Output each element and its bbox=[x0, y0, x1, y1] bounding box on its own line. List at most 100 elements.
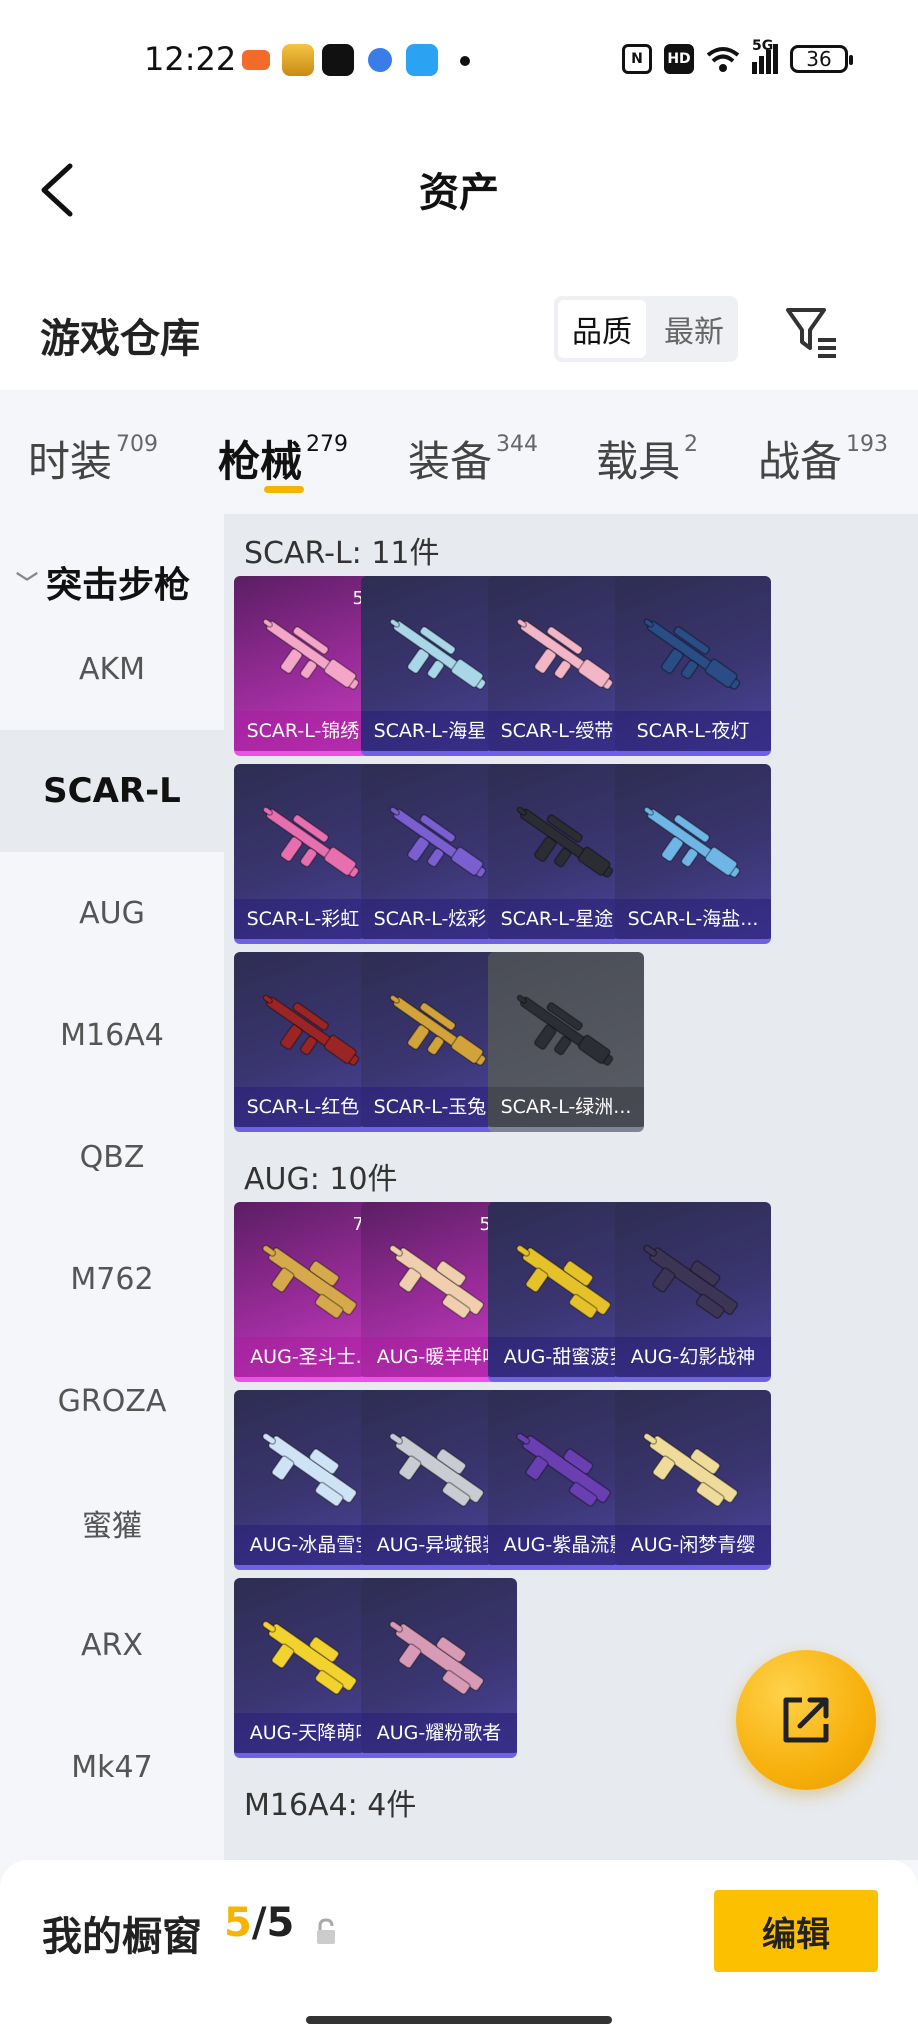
sidebar-item[interactable]: 蜜獾 bbox=[0, 1462, 224, 1584]
filter-icon[interactable] bbox=[784, 304, 840, 360]
sidebar-item[interactable]: ARX bbox=[0, 1584, 224, 1706]
active-tab-indicator bbox=[264, 486, 304, 493]
category-tabs: 时装 709 枪械 279 装备 344 载具 2 战备 193 bbox=[0, 390, 918, 514]
sidebar-item[interactable]: SCAR-L bbox=[0, 730, 224, 852]
tab-guns[interactable]: 枪械 279 bbox=[218, 428, 348, 489]
sidebar-item[interactable]: QBZ bbox=[0, 1096, 224, 1218]
skin-name: SCAR-L-海盐... bbox=[615, 899, 771, 939]
browser-app-icon bbox=[368, 48, 392, 72]
group-title: SCAR-L: 11件 bbox=[244, 536, 440, 571]
tab-vehicles[interactable]: 载具 2 bbox=[596, 428, 698, 489]
sidebar-item[interactable]: AUG bbox=[0, 852, 224, 974]
tab-count: 709 bbox=[116, 432, 159, 457]
sort-quality-option[interactable]: 品质 bbox=[558, 300, 646, 358]
status-bar: 12:22 N HD 5G 36 bbox=[0, 0, 918, 120]
weapon-image bbox=[262, 618, 360, 690]
weapon-image bbox=[389, 1620, 485, 1695]
weapon-image bbox=[516, 806, 614, 878]
weapon-sidebar: ﹀ 突击步枪 AKM SCAR-L AUG M16A4 QBZ M762 GROZA 蜜獾 AR… bbox=[0, 514, 224, 1860]
showcase-used: 5 bbox=[224, 1900, 252, 1946]
battery-icon: 36 bbox=[790, 45, 853, 73]
sidebar-item[interactable]: M762 bbox=[0, 1218, 224, 1340]
tab-fashion[interactable]: 时装 709 bbox=[28, 428, 158, 489]
skin-card[interactable]: AUG-耀粉歌者 bbox=[361, 1578, 517, 1758]
share-button[interactable] bbox=[736, 1650, 876, 1790]
top-header: 资产 bbox=[0, 120, 918, 280]
skin-card[interactable]: SCAR-L-绿洲... bbox=[488, 952, 644, 1132]
category-label: 突击步枪 bbox=[46, 565, 191, 606]
showcase-separator: / bbox=[251, 1900, 267, 1946]
tab-count: 2 bbox=[684, 432, 699, 457]
network-type: 5G bbox=[752, 38, 774, 54]
sidebar-item[interactable]: Mk47 bbox=[0, 1706, 224, 1828]
weapon-image bbox=[262, 994, 360, 1066]
chevron-down-icon: ﹀ bbox=[16, 572, 39, 597]
warehouse-header: 游戏仓库 品质 最新 bbox=[0, 280, 918, 390]
more-dot-icon bbox=[460, 56, 470, 66]
weapon-image bbox=[643, 1244, 739, 1319]
tab-label: 时装 bbox=[28, 437, 113, 486]
battery-level: 36 bbox=[806, 47, 832, 71]
category-header[interactable]: ﹀ 突击步枪 bbox=[16, 556, 190, 608]
tab-label: 装备 bbox=[408, 437, 493, 486]
weapon-image bbox=[516, 1244, 612, 1319]
weapon-image bbox=[643, 1432, 739, 1507]
weapon-image bbox=[262, 806, 360, 878]
showcase-title: 我的橱窗 bbox=[42, 1914, 202, 1960]
status-time: 12:22 bbox=[144, 40, 237, 78]
weapon-image bbox=[262, 1432, 358, 1507]
group-title: M16A4: 4件 bbox=[244, 1788, 417, 1823]
tab-count: 193 bbox=[846, 432, 889, 457]
weapon-image bbox=[389, 1244, 485, 1319]
skin-name: AUG-幻影战神 bbox=[615, 1337, 771, 1377]
weapon-image bbox=[516, 618, 614, 690]
weapon-image bbox=[389, 806, 487, 878]
tab-supplies[interactable]: 战备 193 bbox=[758, 428, 888, 489]
sort-newest-option[interactable]: 最新 bbox=[650, 296, 738, 362]
tab-label: 枪械 bbox=[218, 437, 303, 486]
weapon-image bbox=[643, 618, 741, 690]
skin-card[interactable]: AUG-闲梦青缨 bbox=[615, 1390, 771, 1570]
showcase-count: 5/5 bbox=[224, 1900, 294, 1946]
tiktok-app-icon bbox=[322, 44, 354, 76]
weapon-image bbox=[516, 994, 614, 1066]
game-app-icon bbox=[242, 50, 270, 70]
weapon-image bbox=[389, 1432, 485, 1507]
skin-name: SCAR-L-绿洲... bbox=[488, 1087, 644, 1127]
tab-count: 344 bbox=[496, 432, 539, 457]
edit-button[interactable]: 编辑 bbox=[714, 1890, 878, 1972]
sidebar-item[interactable]: M16A4 bbox=[0, 974, 224, 1096]
page-title: 资产 bbox=[419, 170, 499, 216]
share-external-icon bbox=[783, 1697, 829, 1743]
group-title: AUG: 10件 bbox=[244, 1162, 398, 1197]
skin-card[interactable]: SCAR-L-夜灯 bbox=[615, 576, 771, 756]
skin-name: SCAR-L-夜灯 bbox=[615, 711, 771, 751]
sidebar-item[interactable]: AKM bbox=[0, 608, 224, 730]
files-app-icon bbox=[406, 44, 438, 76]
skin-name: AUG-耀粉歌者 bbox=[361, 1713, 517, 1753]
sort-toggle: 品质 最新 bbox=[554, 296, 738, 362]
sidebar-item[interactable]: GROZA bbox=[0, 1340, 224, 1462]
hd-icon: HD bbox=[664, 44, 694, 74]
signal-icon: 5G bbox=[752, 38, 778, 74]
weapon-image bbox=[643, 806, 741, 878]
tab-label: 载具 bbox=[596, 437, 681, 486]
skin-card[interactable]: AUG-幻影战神 bbox=[615, 1202, 771, 1382]
weapon-image bbox=[389, 994, 487, 1066]
weapon-image bbox=[262, 1620, 358, 1695]
skin-card[interactable]: SCAR-L-海盐... bbox=[615, 764, 771, 944]
weapon-image bbox=[516, 1432, 612, 1507]
tab-label: 战备 bbox=[758, 437, 843, 486]
tab-count: 279 bbox=[306, 432, 349, 457]
peace-elite-app-icon bbox=[282, 44, 314, 76]
skin-name: AUG-闲梦青缨 bbox=[615, 1525, 771, 1565]
showcase-bar: 我的橱窗 5/5 编辑 bbox=[0, 1860, 918, 2040]
status-right: N HD 5G 36 bbox=[622, 38, 853, 74]
weapon-image bbox=[389, 618, 487, 690]
tab-equipment[interactable]: 装备 344 bbox=[408, 428, 538, 489]
showcase-total: 5 bbox=[266, 1900, 295, 1946]
weapon-image bbox=[262, 1244, 358, 1319]
lock-icon bbox=[317, 1918, 335, 1944]
home-indicator[interactable] bbox=[306, 2016, 612, 2024]
warehouse-title: 游戏仓库 bbox=[40, 316, 200, 362]
